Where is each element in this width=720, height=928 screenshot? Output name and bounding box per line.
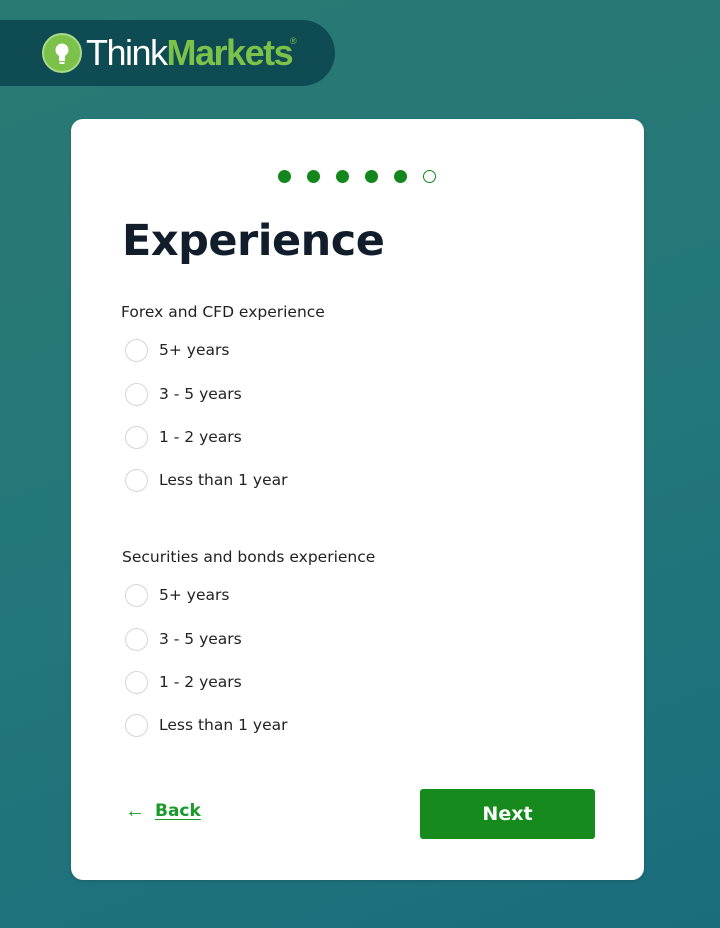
option-label: 3 - 5 years <box>159 385 242 403</box>
option-label: Less than 1 year <box>159 471 288 489</box>
forex-option-less-1[interactable]: Less than 1 year <box>125 467 288 493</box>
registered-mark: ® <box>290 36 297 46</box>
progress-dot-complete <box>336 170 349 183</box>
securities-option-3-5[interactable]: 3 - 5 years <box>125 626 242 652</box>
option-label: 1 - 2 years <box>159 428 242 446</box>
brand-logo: ThinkMarkets <box>86 32 294 73</box>
option-label: 3 - 5 years <box>159 630 242 648</box>
option-label: 1 - 2 years <box>159 673 242 691</box>
forex-option-5plus[interactable]: 5+ years <box>125 337 229 363</box>
securities-option-5plus[interactable]: 5+ years <box>125 582 229 608</box>
option-label: Less than 1 year <box>159 716 288 734</box>
securities-option-less-1[interactable]: Less than 1 year <box>125 712 288 738</box>
radio-button[interactable] <box>125 338 148 362</box>
page-title: Experience <box>122 216 385 266</box>
progress-dot-complete <box>278 170 291 183</box>
radio-button[interactable] <box>125 425 148 449</box>
option-label: 5+ years <box>159 586 230 604</box>
securities-option-1-2[interactable]: 1 - 2 years <box>125 669 242 695</box>
radio-button[interactable] <box>125 670 148 694</box>
progress-dot-complete <box>394 170 407 183</box>
forex-cfd-question-label: Forex and CFD experience <box>121 303 325 321</box>
experience-form-card: Experience Forex and CFD experience 5+ y… <box>71 119 644 880</box>
progress-steps <box>278 170 436 184</box>
radio-button[interactable] <box>125 468 148 492</box>
radio-button[interactable] <box>125 627 148 651</box>
next-button[interactable]: Next <box>420 789 595 839</box>
radio-button[interactable] <box>125 382 148 406</box>
progress-dot-complete <box>307 170 320 183</box>
radio-button[interactable] <box>125 713 148 737</box>
arrow-left-icon: ← <box>125 800 145 822</box>
back-label[interactable]: Back <box>155 801 201 821</box>
radio-button[interactable] <box>125 583 148 607</box>
logo-bar: ThinkMarkets ® <box>0 20 335 86</box>
forex-option-3-5[interactable]: 3 - 5 years <box>125 381 242 407</box>
forex-option-1-2[interactable]: 1 - 2 years <box>125 424 242 450</box>
progress-dot-pending <box>423 170 436 183</box>
option-label: 5+ years <box>159 341 230 359</box>
progress-dot-complete <box>365 170 378 183</box>
securities-bonds-question-label: Securities and bonds experience <box>122 548 376 566</box>
lightbulb-logo-icon <box>42 33 82 73</box>
back-link[interactable]: ← Back <box>125 801 201 821</box>
